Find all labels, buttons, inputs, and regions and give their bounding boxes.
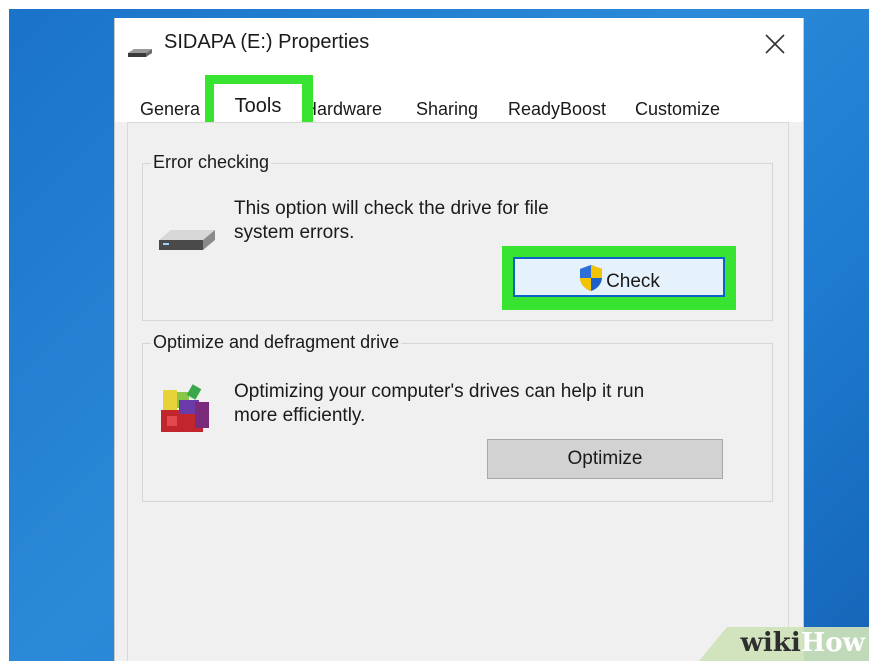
tab-sharing[interactable]: Sharing: [416, 96, 488, 122]
desktop-background: SIDAPA (E:) Properties Genera Hardware S…: [9, 9, 869, 661]
optimize-button[interactable]: Optimize: [487, 439, 723, 479]
hard-drive-icon: [159, 230, 215, 250]
optimize-desc-line1: Optimizing your computer's drives can he…: [234, 381, 645, 402]
tab-strip: Genera Hardware Sharing ReadyBoost Custo…: [115, 74, 803, 141]
tab-readyboost[interactable]: ReadyBoost: [508, 96, 614, 122]
optimize-label: Optimize and defragment drive: [151, 332, 402, 353]
tab-hardware-label: Hardware: [310, 99, 383, 119]
optimize-desc-line2: more efficiently.: [234, 405, 366, 426]
tools-panel: Error checking This option will check th…: [127, 122, 789, 661]
check-button[interactable]: Check: [513, 257, 725, 297]
shield-icon: [580, 265, 603, 291]
error-checking-group: Error checking This option will check th…: [142, 152, 773, 321]
wikihow-logo-text-b: How: [800, 628, 865, 658]
window-title: SIDAPA (E:) Properties: [164, 31, 370, 53]
error-checking-label: Error checking: [151, 152, 272, 173]
check-button-label: Check: [606, 271, 660, 292]
optimize-description: Optimizing your computer's drives can he…: [234, 380, 644, 428]
tab-general[interactable]: Genera: [140, 96, 206, 122]
optimize-group: Optimize and defragment drive Optimizing…: [142, 332, 773, 502]
error-checking-desc-line1: This option will check the drive for fil…: [234, 198, 549, 219]
tab-customize[interactable]: Customize: [635, 96, 731, 122]
defrag-icon: [161, 384, 209, 432]
wikihow-logo-text-a: wiki: [740, 628, 801, 658]
title-bar: SIDAPA (E:) Properties: [115, 18, 803, 74]
close-icon[interactable]: [761, 30, 789, 58]
tab-hardware[interactable]: Hardware: [310, 96, 396, 122]
properties-window: SIDAPA (E:) Properties Genera Hardware S…: [114, 18, 804, 661]
error-checking-desc-line2: system errors.: [234, 222, 355, 243]
error-checking-description: This option will check the drive for fil…: [234, 197, 549, 245]
wikihow-watermark: wikiHow: [699, 627, 869, 661]
wikihow-logo-text: wikiHow: [741, 628, 865, 658]
drive-icon: [128, 49, 152, 57]
